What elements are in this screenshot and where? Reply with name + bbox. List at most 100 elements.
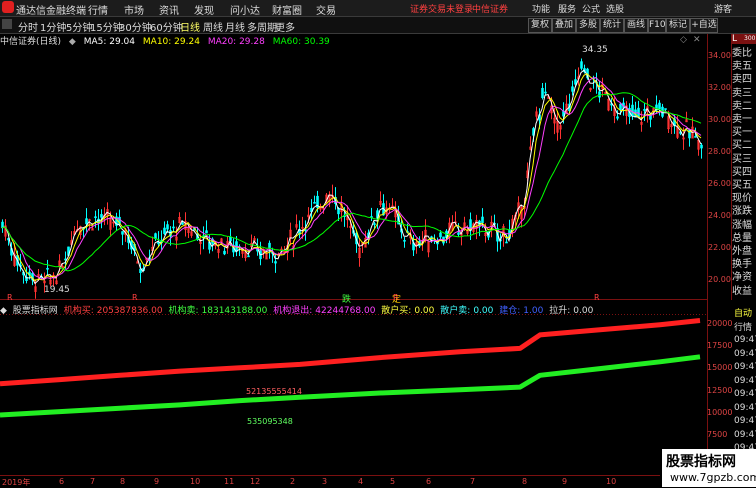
retail-buy-label: 散户买:: [381, 306, 412, 316]
x-axis: 2019年 6 7 8 9 10 11 12 2 3 4 5 6 7 8 9 10: [0, 475, 660, 488]
candle-body: [274, 261, 277, 264]
candle-body: [580, 61, 583, 69]
inst-exit-label: 机构退出:: [273, 306, 313, 316]
time-entry: 09:47: [734, 362, 756, 372]
price-tick: 30.00: [708, 115, 731, 124]
indicator-tick: 12500: [707, 386, 733, 395]
candle-body: [85, 218, 88, 225]
indicator-settings-icon[interactable]: ◆: [0, 306, 7, 316]
pull-label: 拉升:: [549, 306, 571, 316]
side-label: 卖五: [732, 61, 752, 73]
side-label: 现价: [732, 193, 752, 205]
inst-sell-value: 183143188.00: [201, 306, 268, 316]
ma5-line: [1, 69, 702, 285]
candle-body: [571, 86, 574, 92]
candle-body: [121, 231, 124, 235]
retail-buy-value: 0.00: [414, 306, 435, 316]
candle-body: [247, 255, 250, 258]
side-label: 买一: [732, 127, 752, 139]
side-label: 买四: [732, 166, 752, 178]
inst-buy-line: [0, 318, 701, 387]
side-label: 换手: [732, 259, 752, 271]
x-axis-label: 3: [322, 477, 328, 486]
candle-body: [481, 216, 484, 223]
candle-body: [403, 240, 406, 242]
indicator-tick: 17500: [707, 341, 733, 350]
side-label: 涨跌: [732, 206, 752, 218]
quote-side-panel: L 300 委比 卖五 卖四 卖三 卖二 卖一 买一 买二 买三 买四 买五 现价 涨跌 涨幅 总量 外盘 换手…: [732, 34, 756, 299]
indicator-tick: 7500: [707, 430, 728, 439]
inst-sell-label: 机构卖:: [168, 306, 199, 316]
candle-body: [619, 103, 622, 111]
side-label: 买二: [732, 140, 752, 152]
x-axis-label: 2019年: [2, 478, 31, 487]
x-axis-label: 12: [250, 477, 261, 486]
candle-body: [700, 144, 703, 149]
candle-body: [505, 241, 508, 244]
x-axis-label: 4: [358, 477, 364, 486]
candle-body: [616, 116, 619, 119]
indicator-tick: 20000: [707, 319, 733, 328]
indicator-header: ◆ 股票指标网 机构买: 205387836.00 机构卖: 183143188.0…: [0, 303, 596, 316]
candle-body: [631, 104, 634, 117]
x-axis-label: 10: [190, 477, 201, 486]
kline-chart[interactable]: [0, 0, 756, 487]
candle-body: [94, 216, 97, 218]
x-axis-label: 9: [562, 477, 568, 486]
candle-body: [658, 102, 661, 110]
x-axis-label: 11: [224, 477, 235, 486]
side-label: 委比: [732, 48, 752, 59]
build-value: 1.00: [523, 306, 544, 316]
r-marker-1: R: [7, 293, 13, 302]
retail-sell-value: 0.00: [473, 306, 494, 316]
side-label: 买三: [732, 153, 752, 165]
indicator-name[interactable]: 股票指标网: [13, 306, 58, 316]
candle-body: [694, 136, 697, 138]
side-top-value: 300: [744, 35, 756, 42]
time-entry: 09:47: [734, 416, 756, 426]
price-tick: 28.00: [708, 147, 731, 156]
r-marker-3: R: [393, 293, 399, 302]
side-label: 总量: [732, 232, 752, 244]
side-label: 卖三: [732, 87, 752, 99]
ma10-line: [1, 73, 702, 282]
side-label: 外盘: [732, 246, 752, 257]
x-axis-label: 6: [59, 477, 65, 486]
time-entry: 09:47: [734, 389, 756, 399]
x-axis-label: 8: [522, 477, 528, 486]
inst-buy-value: 205387836.00: [96, 306, 163, 316]
watermark: 股票指标网 www.7gpzb.com: [662, 449, 756, 487]
x-axis-label: 5: [390, 477, 396, 486]
time-entry: 09:47: [734, 402, 756, 413]
quote-label: 行情: [734, 323, 753, 333]
inst-sell-line: [0, 354, 701, 418]
auto-label[interactable]: 自动: [734, 306, 752, 319]
indicator-tick: 15000: [707, 363, 733, 372]
candle-body: [541, 87, 544, 99]
time-entry: 09:47: [734, 348, 756, 359]
indicator-tick: 10000: [707, 408, 733, 417]
price-tick: 34.00: [708, 51, 731, 60]
candle-body: [457, 232, 460, 235]
side-label: 净资: [732, 272, 752, 284]
inst-buy-label: 机构买:: [63, 306, 94, 316]
x-axis-label: 6: [426, 477, 432, 486]
candle-body: [181, 222, 184, 225]
candle-body: [544, 91, 547, 94]
candle-body: [205, 230, 208, 234]
time-entry: 09:47: [734, 335, 756, 345]
side-label: 卖四: [732, 74, 752, 86]
candle-body: [643, 108, 646, 111]
x-axis-label: 9: [154, 477, 160, 486]
candle-body: [163, 227, 166, 234]
low-price-label: 19.45: [44, 285, 70, 295]
ma60-line: [1, 92, 702, 272]
candle-body: [598, 91, 601, 98]
x-axis-label: 7: [470, 477, 476, 486]
build-label: 建仓:: [499, 306, 521, 316]
x-axis-label: 8: [120, 477, 126, 486]
time-entry: 09:47: [734, 429, 756, 440]
price-tick: 22.00: [708, 243, 731, 252]
candle-body: [664, 108, 667, 110]
side-label: 收益: [732, 285, 752, 297]
